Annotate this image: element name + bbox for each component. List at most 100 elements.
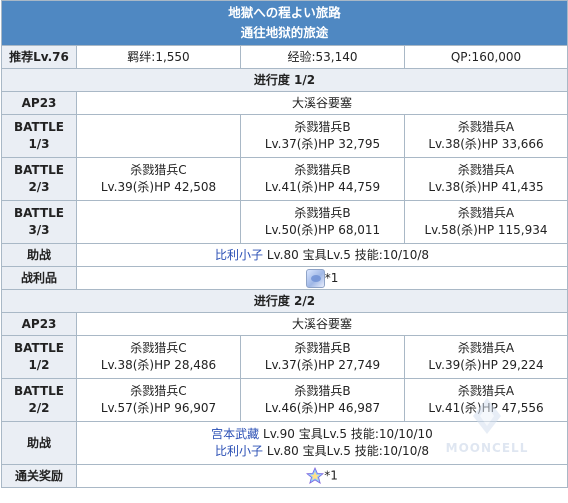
quest-title-cn: 通往地狱的旅途 — [240, 25, 329, 40]
battle-row: BATTLE 2/3 杀戮猎兵C Lv.39(杀)HP 42,508 杀戮猎兵B Lv.4… — [1, 157, 568, 201]
progress-row: 进行度 2/2 — [0, 289, 568, 313]
enemy-cell: 杀戮猎兵A Lv.58(杀)HP 115,934 — [403, 200, 568, 244]
enemy-cell: 杀戮猎兵C Lv.38(杀)HP 28,486 — [76, 335, 241, 379]
quest-title-jp: 地獄への程よい旅路 — [228, 5, 341, 20]
progress-title: 进行度 1/2 — [0, 68, 568, 92]
enemy-stats: Lv.46(杀)HP 46,987 — [264, 401, 381, 415]
exp-points: 经验:53,140 — [240, 45, 405, 69]
battle-row: BATTLE 3/3 杀戮猎兵B Lv.50(杀)HP 68,011 杀戮猎兵A Lv.5… — [1, 200, 568, 244]
battle-wave: 1/3 — [28, 137, 50, 151]
support-servant-link[interactable]: 比利小子 — [215, 248, 263, 262]
ap-cost: AP23 — [1, 91, 77, 115]
support-list: 比利小子 Lv.80 宝具Lv.5 技能:10/10/8 — [75, 243, 568, 267]
drop-count: *1 — [324, 270, 339, 285]
support-entry: 宫本武藏 Lv.90 宝具Lv.5 技能:10/10/10 — [79, 426, 565, 443]
drop-count: *1 — [324, 468, 338, 483]
battle-wave: 3/3 — [28, 223, 50, 237]
battle-word: BATTLE — [14, 206, 64, 220]
enemy-name: 杀戮猎兵B — [294, 341, 351, 355]
support-label: 助战 — [1, 421, 77, 465]
enemy-stats: Lv.50(杀)HP 68,011 — [264, 223, 381, 237]
enemy-cell: 杀戮猎兵B Lv.37(杀)HP 32,795 — [240, 114, 405, 158]
enemy-name: 杀戮猎兵A — [457, 120, 515, 134]
location-name: 大溪谷要塞 — [75, 312, 568, 336]
enemy-name: 杀戮猎兵A — [457, 206, 515, 220]
enemy-cell: 杀戮猎兵A Lv.38(杀)HP 33,666 — [403, 114, 568, 158]
enemy-name: 杀戮猎兵C — [130, 163, 187, 177]
battle-label: BATTLE 1/3 — [1, 114, 77, 158]
enemy-stats: Lv.38(杀)HP 28,486 — [100, 358, 217, 372]
support-servant-link[interactable]: 比利小子 — [215, 444, 263, 458]
enemy-cell: 杀戮猎兵B Lv.50(杀)HP 68,011 — [240, 200, 405, 244]
battle-label: BATTLE 2/2 — [1, 378, 77, 422]
enemy-stats: Lv.38(杀)HP 41,435 — [428, 180, 544, 194]
enemy-cell: 杀戮猎兵C Lv.57(杀)HP 96,907 — [76, 378, 241, 422]
battle-word: BATTLE — [14, 384, 64, 398]
battle-row: BATTLE 1/2 杀戮猎兵C Lv.38(杀)HP 28,486 杀戮猎兵B Lv.3… — [1, 335, 568, 379]
enemy-cell: 杀戮猎兵B Lv.41(杀)HP 44,759 — [240, 157, 405, 201]
enemy-name: 杀戮猎兵B — [294, 206, 351, 220]
enemy-cell: 杀戮猎兵B Lv.46(杀)HP 46,987 — [240, 378, 405, 422]
enemy-stats: Lv.39(杀)HP 42,508 — [100, 180, 217, 194]
battle-label: BATTLE 1/2 — [1, 335, 77, 379]
stats-row: 推荐Lv.76 羁绊:1,550 经验:53,140 QP:160,000 — [1, 45, 568, 69]
support-servant-link[interactable]: 宫本武藏 — [211, 427, 259, 441]
quest-info-panel: 地獄への程よい旅路 通往地狱的旅途 推荐Lv.76 羁绊:1,550 经验:53… — [0, 0, 568, 488]
battle-label: BATTLE 3/3 — [1, 200, 77, 244]
drop-label: 战利品 — [1, 266, 77, 290]
enemy-name: 杀戮猎兵A — [457, 163, 515, 177]
ap-cost: AP23 — [1, 312, 77, 336]
empty-enemy-slot — [76, 114, 241, 158]
saint-quartz-icon[interactable] — [306, 467, 325, 485]
location-name: 大溪谷要塞 — [75, 91, 568, 115]
enemy-cell: 杀戮猎兵A Lv.39(杀)HP 29,224 — [403, 335, 568, 379]
drop-row: 战利品 *1 — [1, 266, 568, 290]
enemy-name: 杀戮猎兵B — [294, 163, 351, 177]
enemy-stats: Lv.38(杀)HP 33,666 — [428, 137, 544, 151]
battle-word: BATTLE — [14, 120, 64, 134]
enemy-stats: Lv.57(杀)HP 96,907 — [100, 401, 217, 415]
support-servant-detail: Lv.90 宝具Lv.5 技能:10/10/10 — [259, 427, 433, 441]
support-servant-detail: Lv.80 宝具Lv.5 技能:10/10/8 — [263, 247, 430, 262]
empty-enemy-slot — [76, 200, 241, 244]
enemy-stats: Lv.41(杀)HP 47,556 — [428, 401, 544, 415]
quest-title-header: 地獄への程よい旅路 通往地狱的旅途 — [0, 0, 568, 46]
enemy-cell: 杀戮猎兵B Lv.37(杀)HP 27,749 — [240, 335, 405, 379]
item-icon[interactable] — [305, 268, 325, 288]
quest-table: 地獄への程よい旅路 通往地狱的旅途 推荐Lv.76 羁绊:1,550 经验:53… — [0, 0, 568, 488]
support-label: 助战 — [1, 243, 77, 267]
battle-row: BATTLE 1/3 杀戮猎兵B Lv.37(杀)HP 32,795 杀戮猎兵A Lv.3… — [1, 114, 568, 158]
drop-row: 通关奖励 *1 — [1, 464, 568, 488]
qp-reward: QP:160,000 — [403, 45, 568, 69]
support-entry: 比利小子 Lv.80 宝具Lv.5 技能:10/10/8 — [79, 247, 565, 264]
enemy-stats: Lv.58(杀)HP 115,934 — [424, 223, 548, 237]
battle-word: BATTLE — [14, 163, 64, 177]
progress-title: 进行度 2/2 — [0, 289, 568, 313]
battle-wave: 2/3 — [28, 180, 50, 194]
support-row: 助战 宫本武藏 Lv.90 宝具Lv.5 技能:10/10/10 比利小子 Lv.8… — [1, 421, 568, 465]
drop-label: 通关奖励 — [1, 464, 77, 488]
drop-items: *1 — [75, 266, 568, 290]
enemy-name: 杀戮猎兵B — [294, 120, 351, 134]
enemy-name: 杀戮猎兵A — [457, 384, 515, 398]
enemy-cell: 杀戮猎兵A Lv.41(杀)HP 47,556 — [403, 378, 568, 422]
enemy-stats: Lv.41(杀)HP 44,759 — [264, 180, 381, 194]
battle-wave: 2/2 — [28, 401, 50, 415]
enemy-name: 杀戮猎兵C — [130, 384, 187, 398]
support-servant-detail: Lv.80 宝具Lv.5 技能:10/10/8 — [263, 444, 430, 458]
battle-word: BATTLE — [14, 341, 64, 355]
support-entry: 比利小子 Lv.80 宝具Lv.5 技能:10/10/8 — [79, 443, 565, 460]
support-row: 助战 比利小子 Lv.80 宝具Lv.5 技能:10/10/8 — [1, 243, 568, 267]
enemy-name: 杀戮猎兵A — [457, 341, 515, 355]
enemy-name: 杀戮猎兵C — [130, 341, 187, 355]
drop-items: *1 — [75, 464, 568, 488]
bond-points: 羁绊:1,550 — [76, 45, 241, 69]
battle-label: BATTLE 2/3 — [1, 157, 77, 201]
enemy-cell: 杀戮猎兵C Lv.39(杀)HP 42,508 — [76, 157, 241, 201]
enemy-name: 杀戮猎兵B — [294, 384, 351, 398]
battle-wave: 1/2 — [28, 358, 50, 372]
ap-row: AP23 大溪谷要塞 — [1, 91, 568, 115]
enemy-stats: Lv.37(杀)HP 32,795 — [264, 137, 381, 151]
enemy-cell: 杀戮猎兵A Lv.38(杀)HP 41,435 — [403, 157, 568, 201]
ap-row: AP23 大溪谷要塞 — [1, 312, 568, 336]
